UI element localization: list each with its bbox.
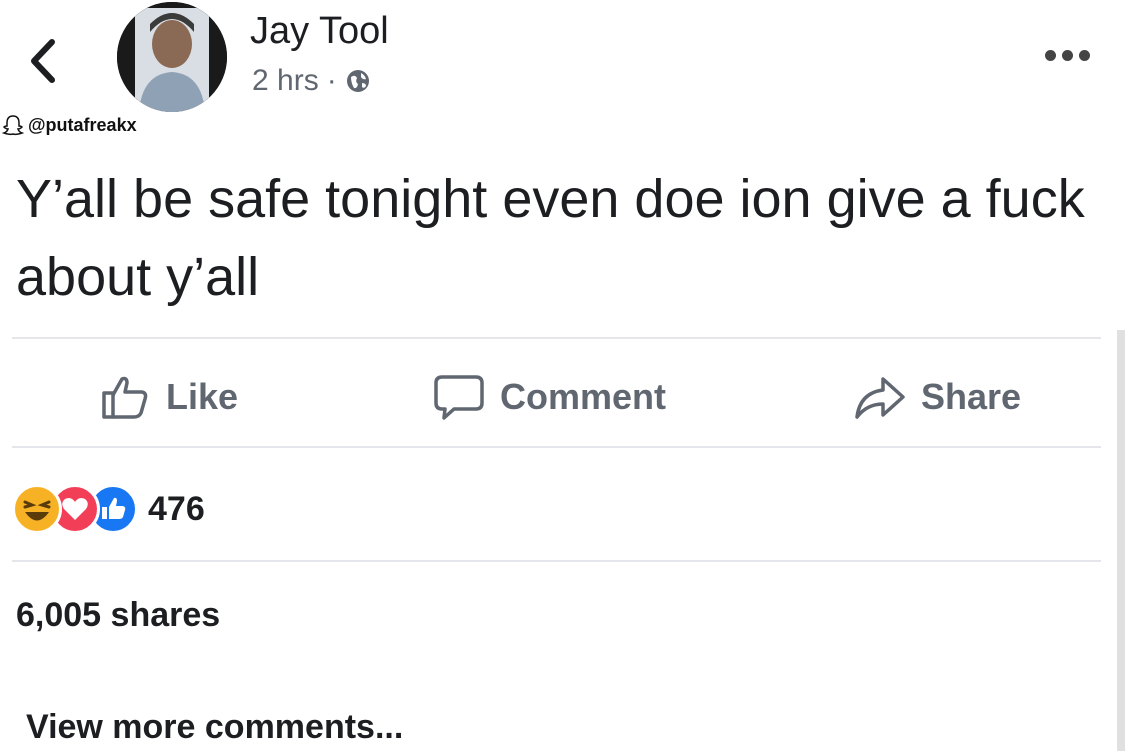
dot-icon xyxy=(1045,50,1056,61)
action-bar: Like Comment Share xyxy=(0,362,1100,432)
divider xyxy=(12,337,1101,339)
reaction-count: 476 xyxy=(148,489,205,528)
dot-icon xyxy=(1062,50,1073,61)
author-name[interactable]: Jay Tool xyxy=(250,10,389,53)
share-button[interactable]: Share xyxy=(853,362,1021,432)
view-more-comments-link[interactable]: View more comments... xyxy=(26,708,403,747)
back-button[interactable] xyxy=(22,36,66,86)
watermark-handle: @putafreakx xyxy=(28,114,137,135)
meta-separator: · xyxy=(326,64,337,97)
scrollbar-track xyxy=(1117,330,1125,751)
share-arrow-icon xyxy=(855,377,905,419)
post-time[interactable]: 2 hrs xyxy=(252,64,319,98)
share-label: Share xyxy=(921,376,1022,417)
avatar[interactable] xyxy=(117,2,227,112)
more-options-button[interactable] xyxy=(1045,50,1090,61)
watermark: @putafreakx xyxy=(2,114,137,136)
profile-photo xyxy=(117,2,227,112)
divider xyxy=(12,560,1101,562)
like-label: Like xyxy=(166,376,239,417)
dot-icon xyxy=(1079,50,1090,61)
share-count[interactable]: 6,005 shares xyxy=(16,596,220,635)
comment-label: Comment xyxy=(500,376,667,417)
globe-icon xyxy=(346,70,369,92)
like-button[interactable]: Like xyxy=(100,362,238,432)
reactions-summary[interactable]: 476 xyxy=(12,484,205,534)
post-meta: 2 hrs · xyxy=(252,64,371,98)
comment-button[interactable]: Comment xyxy=(432,362,666,432)
divider xyxy=(12,446,1101,448)
chevron-left-icon xyxy=(31,39,55,83)
thumbs-up-icon xyxy=(102,376,148,419)
haha-reaction-icon xyxy=(12,484,62,534)
post-text: Y’all be safe tonight even doe ion give … xyxy=(16,169,1085,307)
comment-icon xyxy=(434,375,484,420)
snapchat-ghost-icon xyxy=(2,115,24,136)
